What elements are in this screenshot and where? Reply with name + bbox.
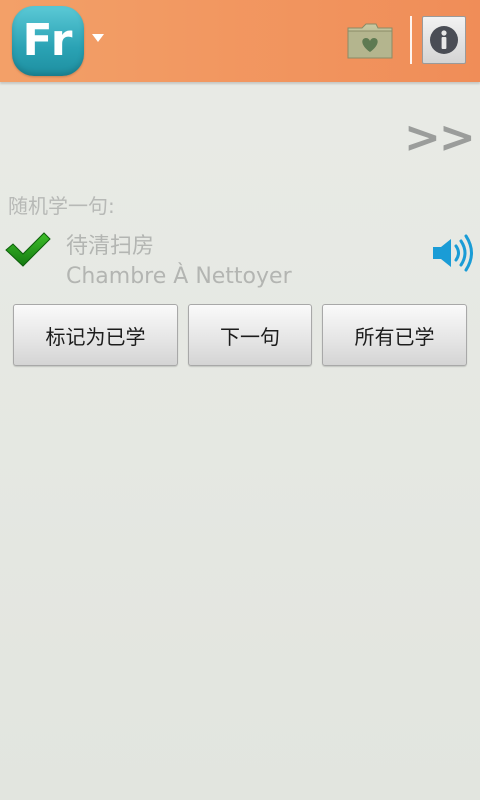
- section-label: 随机学一句:: [8, 194, 115, 218]
- all-learned-button[interactable]: 所有已学: [322, 304, 467, 366]
- sentence-chinese: 待清扫房: [66, 234, 155, 259]
- next-arrow-button[interactable]: >>: [404, 112, 476, 163]
- speaker-icon[interactable]: [430, 230, 476, 276]
- app-screen: Fr >> 随机学一句: 待清扫房 Chambre À Nettoyer 标记为…: [0, 0, 480, 800]
- next-sentence-button[interactable]: 下一句: [188, 304, 312, 366]
- logo-text: Fr: [22, 14, 74, 66]
- app-logo-button[interactable]: Fr: [12, 6, 84, 76]
- header-bar: Fr: [0, 0, 480, 82]
- checkmark-icon: [5, 232, 51, 267]
- sentence-french: Chambre À Nettoyer: [66, 264, 292, 289]
- favorites-folder-icon[interactable]: [346, 22, 394, 60]
- header-divider: [410, 16, 412, 64]
- info-icon: [430, 26, 458, 54]
- mark-learned-button[interactable]: 标记为已学: [13, 304, 178, 366]
- info-button[interactable]: [422, 16, 466, 64]
- caret-down-icon[interactable]: [92, 34, 104, 42]
